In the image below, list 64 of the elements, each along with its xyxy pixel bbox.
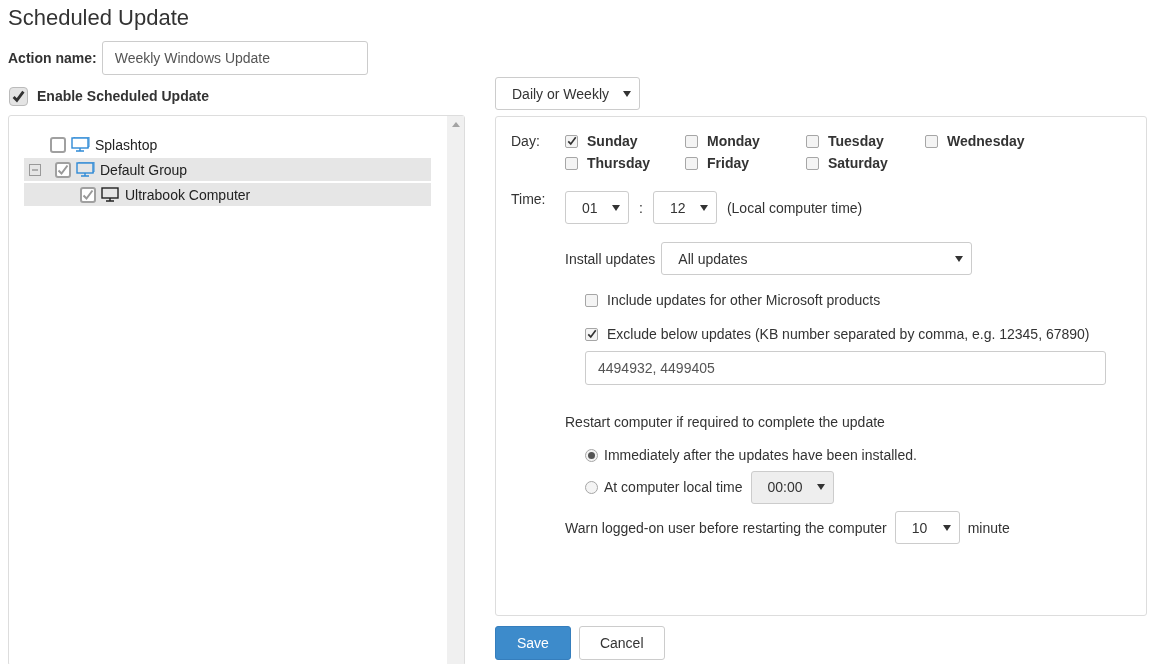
warn-minutes-select[interactable]: 10 [894, 511, 960, 544]
checkbox-label: Include updates for other Microsoft products [607, 292, 881, 308]
monitor-icon [76, 162, 95, 177]
field-label: Warn logged-on user before restarting the computer [565, 519, 887, 536]
radio-label: At computer local time [604, 479, 743, 495]
tree-item[interactable]: Ultrabook Computer [24, 183, 431, 206]
day-label: Wednesday [947, 133, 1025, 149]
caret-icon [942, 524, 951, 531]
hint-text: (Local computer time) [726, 199, 863, 216]
minute-select[interactable]: 12 [652, 191, 717, 224]
caret-icon [699, 204, 708, 211]
schedule-type-select[interactable]: Daily or Weekly [495, 77, 640, 110]
checkbox[interactable] [685, 156, 698, 170]
section-label: Restart computer if required to complete the update [565, 414, 886, 430]
checkbox[interactable] [806, 156, 819, 170]
tree-item-label: Splashtop [95, 136, 158, 153]
scroll-up-icon[interactable] [451, 122, 460, 127]
caret-icon [955, 255, 964, 262]
field-label: Day: [511, 133, 541, 151]
install-updates-select[interactable]: All updates [661, 242, 973, 275]
kb-numbers-field[interactable]: 4494932, 4499405 [585, 351, 1106, 385]
tree-item-label: Default Group [100, 161, 188, 178]
day-label: Thursday [587, 155, 650, 171]
unit-label: minute [967, 519, 1010, 536]
radio-label: Immediately after the updates have been installed. [604, 447, 917, 463]
checkbox[interactable] [565, 156, 578, 170]
scrollbar[interactable] [447, 116, 464, 664]
checkbox[interactable] [806, 134, 819, 148]
day-label: Saturday [828, 155, 888, 171]
button[interactable]: Save [495, 626, 571, 660]
time-separator: : [639, 199, 643, 216]
field-label: Install updates [565, 250, 656, 267]
checkbox[interactable] [50, 136, 66, 153]
day-label: Sunday [587, 133, 638, 149]
collapse-icon[interactable] [29, 163, 41, 176]
checkbox[interactable] [80, 186, 96, 203]
action-name-field[interactable]: Weekly Windows Update [101, 41, 368, 75]
day-label: Tuesday [828, 133, 884, 149]
checkbox-label: Exclude below updates (KB number separated by comma, e.g. 12345, 67890) [607, 326, 1090, 342]
caret-icon [816, 484, 825, 490]
checkbox-label: Enable Scheduled Update [37, 88, 209, 104]
tree-item-label: Ultrabook Computer [125, 186, 251, 203]
caret-icon [612, 204, 620, 211]
tree-item[interactable]: Default Group [24, 158, 431, 181]
field-label: Action name: [8, 50, 97, 66]
checkbox[interactable] [55, 161, 71, 178]
tree-item[interactable]: Splashtop [24, 133, 431, 156]
monitor-icon [101, 187, 119, 202]
monitor-icon [71, 137, 90, 152]
page-title: Scheduled Update [8, 5, 191, 31]
checkbox[interactable] [585, 327, 598, 341]
checkbox[interactable] [685, 134, 698, 148]
checkbox[interactable] [585, 293, 598, 307]
field-label: Time: [511, 191, 547, 209]
checkbox[interactable] [565, 134, 578, 148]
caret-icon [623, 90, 631, 97]
day-label: Monday [707, 133, 760, 149]
button[interactable]: Cancel [578, 626, 665, 660]
checkbox[interactable] [9, 86, 28, 106]
checkbox[interactable] [925, 134, 938, 148]
radio-button[interactable] [585, 448, 598, 462]
day-label: Friday [707, 155, 749, 171]
radio-button[interactable] [585, 480, 598, 494]
hour-select[interactable]: 01 [565, 191, 629, 224]
